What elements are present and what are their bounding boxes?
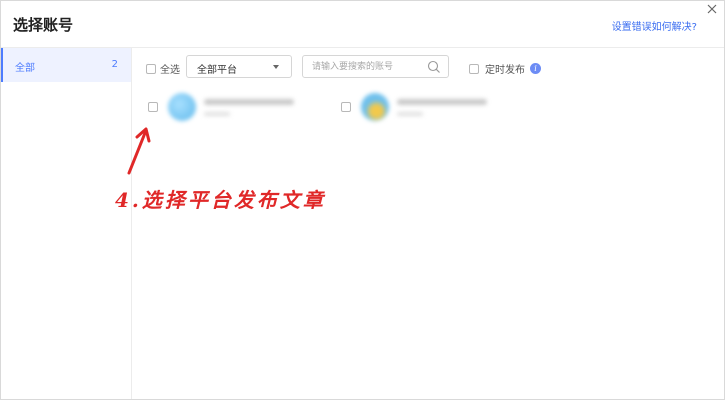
help-link[interactable]: 设置错误如何解决? [612,18,697,33]
search-input[interactable] [312,59,422,74]
dialog-header: 选择账号 设置错误如何解决? [1,1,724,48]
platform-select[interactable]: 全部平台 [186,55,292,78]
account-name-blurred [397,98,487,116]
account-checkbox[interactable] [341,102,351,112]
chevron-down-icon [273,65,279,69]
search-icon[interactable] [427,60,441,74]
search-box [302,55,449,78]
annotation-text: 4.选择平台发布文章 [115,188,326,212]
toolbar: 全选 全部平台 定时发布 i [132,54,724,80]
sidebar-item-count: 2 [111,59,118,70]
schedule-label: 定时发布 [485,65,525,76]
info-icon[interactable]: i [530,63,541,74]
checkbox[interactable] [469,63,479,74]
select-all-label: 全选 [160,65,180,76]
account-item[interactable] [341,89,487,125]
schedule-publish-checkbox[interactable]: 定时发布 i [469,61,541,76]
account-checkbox[interactable] [148,102,158,112]
select-account-dialog: 选择账号 设置错误如何解决? 全部 2 全选 全部平台 定时 [0,0,725,400]
sidebar-item-all[interactable]: 全部 2 [1,48,131,82]
platform-select-value: 全部平台 [197,65,237,76]
avatar [168,93,196,121]
checkbox[interactable] [146,63,156,74]
sidebar: 全部 2 [1,48,132,399]
arrow-icon [127,127,151,175]
dialog-title: 选择账号 [13,16,74,34]
sidebar-item-label: 全部 [15,63,35,74]
avatar [361,93,389,121]
select-all-checkbox[interactable]: 全选 [146,61,180,76]
account-item[interactable] [148,89,294,125]
account-name-blurred [204,98,294,116]
close-icon[interactable] [705,2,719,16]
